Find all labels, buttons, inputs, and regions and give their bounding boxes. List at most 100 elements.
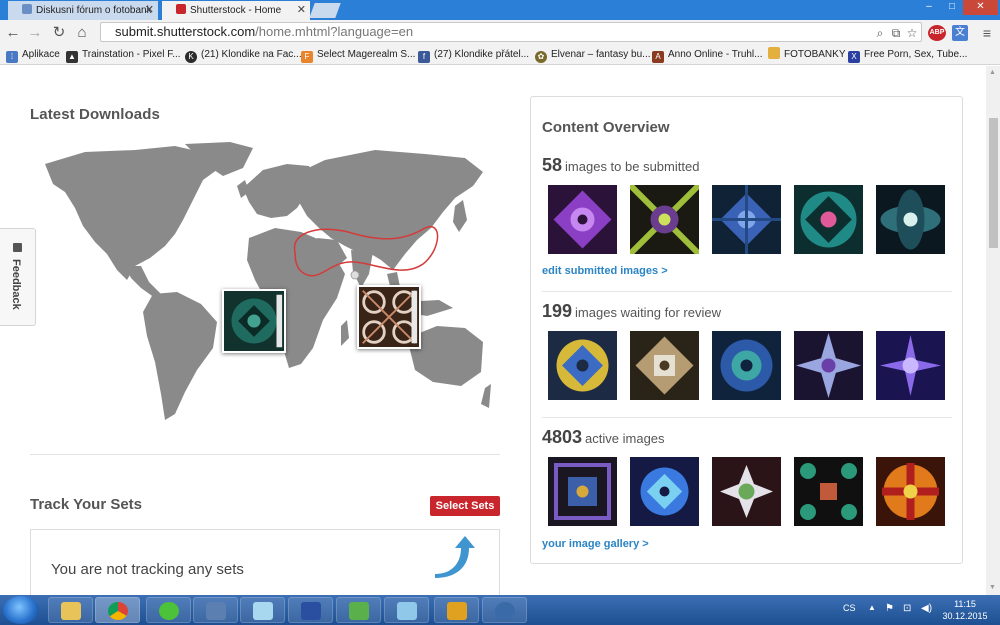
- clock[interactable]: 11:15 30.12.2015: [940, 598, 990, 622]
- volume-icon[interactable]: ◀): [921, 603, 932, 614]
- facebook-icon: f: [418, 51, 430, 63]
- images-to-submit-count: 58 images to be submitted: [542, 155, 699, 176]
- image-thumbnail[interactable]: [876, 185, 945, 254]
- taskbar-notepad[interactable]: [240, 597, 285, 623]
- scanner-icon: [206, 602, 226, 620]
- bookmark-label: Elvenar – fantasy bu...: [551, 49, 651, 60]
- folder-icon: [61, 602, 81, 620]
- new-tab-button[interactable]: [309, 3, 341, 18]
- close-icon[interactable]: ✕: [145, 1, 154, 20]
- google-translate-icon[interactable]: 文: [952, 25, 968, 41]
- image-thumbnail[interactable]: [548, 185, 617, 254]
- image-thumbnail[interactable]: [794, 457, 863, 526]
- url-path: /home.mhtml?language=en: [255, 24, 414, 39]
- language-indicator[interactable]: CS: [843, 603, 856, 613]
- bookmark-item[interactable]: F Select Magerealm S...: [301, 47, 415, 63]
- close-window-button[interactable]: ✕: [963, 0, 998, 15]
- scroll-down-icon[interactable]: ▼: [989, 584, 996, 591]
- minimize-button[interactable]: –: [918, 0, 940, 15]
- speech-bubble-icon: [13, 243, 22, 252]
- downloaded-image-thumbnail[interactable]: [357, 285, 421, 349]
- bookmark-item[interactable]: ⁞ Aplikace: [6, 47, 60, 63]
- edit-submitted-images-link[interactable]: edit submitted images >: [542, 265, 668, 277]
- latest-downloads-heading: Latest Downloads: [30, 106, 160, 123]
- bookmark-item[interactable]: ▲ Trainstation - Pixel F...: [66, 47, 181, 63]
- taskbar-greenapp[interactable]: [336, 597, 381, 623]
- taskbar-dreamweaver[interactable]: [482, 597, 527, 623]
- zoom-icon[interactable]: ⌕: [873, 25, 887, 41]
- image-thumbnail[interactable]: [712, 185, 781, 254]
- translate-icon[interactable]: ⧉: [889, 25, 903, 41]
- section-divider: [542, 291, 952, 292]
- images-waiting-review-count: 199 images waiting for review: [542, 301, 721, 322]
- menu-icon[interactable]: ≡: [979, 25, 995, 41]
- taskbar-notebook[interactable]: [384, 597, 429, 623]
- show-hidden-icons-icon[interactable]: ▲: [868, 603, 876, 612]
- submitted-images-row: [548, 185, 948, 255]
- count-number: 199: [542, 301, 573, 321]
- bookmark-label: (21) Klondike na Fac...: [201, 49, 302, 60]
- page-scrollbar[interactable]: ▲ ▼: [986, 66, 1000, 595]
- image-thumbnail[interactable]: [630, 331, 699, 400]
- content-overview-heading: Content Overview: [542, 119, 670, 136]
- elvenar-icon: ✿: [535, 51, 547, 63]
- start-button[interactable]: [3, 596, 39, 624]
- downloaded-image-thumbnail[interactable]: [222, 289, 286, 353]
- bookmark-label: Select Magerealm S...: [317, 49, 416, 60]
- bookmark-label: (27) Klondike přátel...: [434, 49, 530, 60]
- bookmark-item[interactable]: f (27) Klondike přátel...: [418, 47, 529, 63]
- image-thumbnail[interactable]: [630, 457, 699, 526]
- flag-icon[interactable]: ⚑: [885, 603, 894, 614]
- image-thumbnail[interactable]: [876, 457, 945, 526]
- back-icon[interactable]: ←: [4, 24, 22, 42]
- bookmarks-bar: ⁞ Aplikace ▲ Trainstation - Pixel F... K (2…: [0, 45, 1000, 65]
- bookmark-star-icon[interactable]: ☆: [904, 25, 920, 41]
- trainstation-icon: ▲: [66, 51, 78, 63]
- image-thumbnail[interactable]: [712, 457, 781, 526]
- image-thumbnail[interactable]: [630, 185, 699, 254]
- forward-icon[interactable]: →: [26, 24, 44, 42]
- adblock-plus-icon[interactable]: ABP: [928, 25, 946, 41]
- tab-shutterstock-home[interactable]: Shutterstock - Home ✕: [162, 1, 310, 20]
- home-icon[interactable]: ⌂: [73, 24, 91, 42]
- image-thumbnail[interactable]: [794, 331, 863, 400]
- bookmark-item[interactable]: K (21) Klondike na Fac...: [185, 47, 302, 63]
- url-host: submit.shutterstock.com: [115, 24, 256, 39]
- image-thumbnail[interactable]: [548, 457, 617, 526]
- screen: Diskusni fórum o fotobank ✕ Shutterstock…: [0, 0, 1000, 625]
- reload-icon[interactable]: ↻: [50, 24, 68, 42]
- apps-grid-icon: ⁞: [6, 51, 18, 63]
- scrollbar-thumb[interactable]: [989, 118, 998, 248]
- tab-discussion-forum[interactable]: Diskusni fórum o fotobank ✕: [8, 1, 158, 20]
- taskbar-icq[interactable]: [146, 597, 191, 623]
- close-icon[interactable]: ✕: [297, 1, 306, 20]
- image-thumbnail[interactable]: [794, 185, 863, 254]
- taskbar-chrome[interactable]: [95, 597, 140, 623]
- shutterstock-favicon-icon: [176, 4, 186, 14]
- tab-title: Diskusni fórum o fotobank: [36, 5, 152, 16]
- taskbar-explorer[interactable]: [48, 597, 93, 623]
- count-number: 4803: [542, 427, 583, 447]
- floppy-disk-icon: [301, 602, 321, 620]
- image-thumbnail[interactable]: [876, 331, 945, 400]
- select-sets-button[interactable]: Select Sets: [430, 496, 500, 516]
- network-icon[interactable]: ⊡: [903, 603, 911, 614]
- address-bar[interactable]: submit.shutterstock.com/home.mhtml?langu…: [100, 22, 922, 42]
- scroll-up-icon[interactable]: ▲: [989, 69, 996, 76]
- feedback-tab[interactable]: Feedback: [0, 228, 36, 326]
- taskbar-games[interactable]: [434, 597, 479, 623]
- icq-flower-icon: [159, 602, 179, 620]
- image-thumbnail[interactable]: [548, 331, 617, 400]
- bookmark-item[interactable]: X Free Porn, Sex, Tube...: [848, 47, 967, 63]
- bookmark-item[interactable]: A Anno Online - Truhl...: [652, 47, 763, 63]
- image-gallery-link[interactable]: your image gallery >: [542, 538, 649, 550]
- bookmark-label: FOTOBANKY: [784, 49, 846, 60]
- green-leaf-icon: [349, 602, 369, 620]
- image-thumbnail[interactable]: [712, 331, 781, 400]
- bookmark-folder[interactable]: FOTOBANKY: [768, 47, 846, 63]
- maximize-button[interactable]: □: [941, 0, 963, 15]
- active-images-row: [548, 457, 948, 527]
- taskbar-scanner[interactable]: [193, 597, 238, 623]
- bookmark-item[interactable]: ✿ Elvenar – fantasy bu...: [535, 47, 651, 63]
- taskbar-save[interactable]: [288, 597, 333, 623]
